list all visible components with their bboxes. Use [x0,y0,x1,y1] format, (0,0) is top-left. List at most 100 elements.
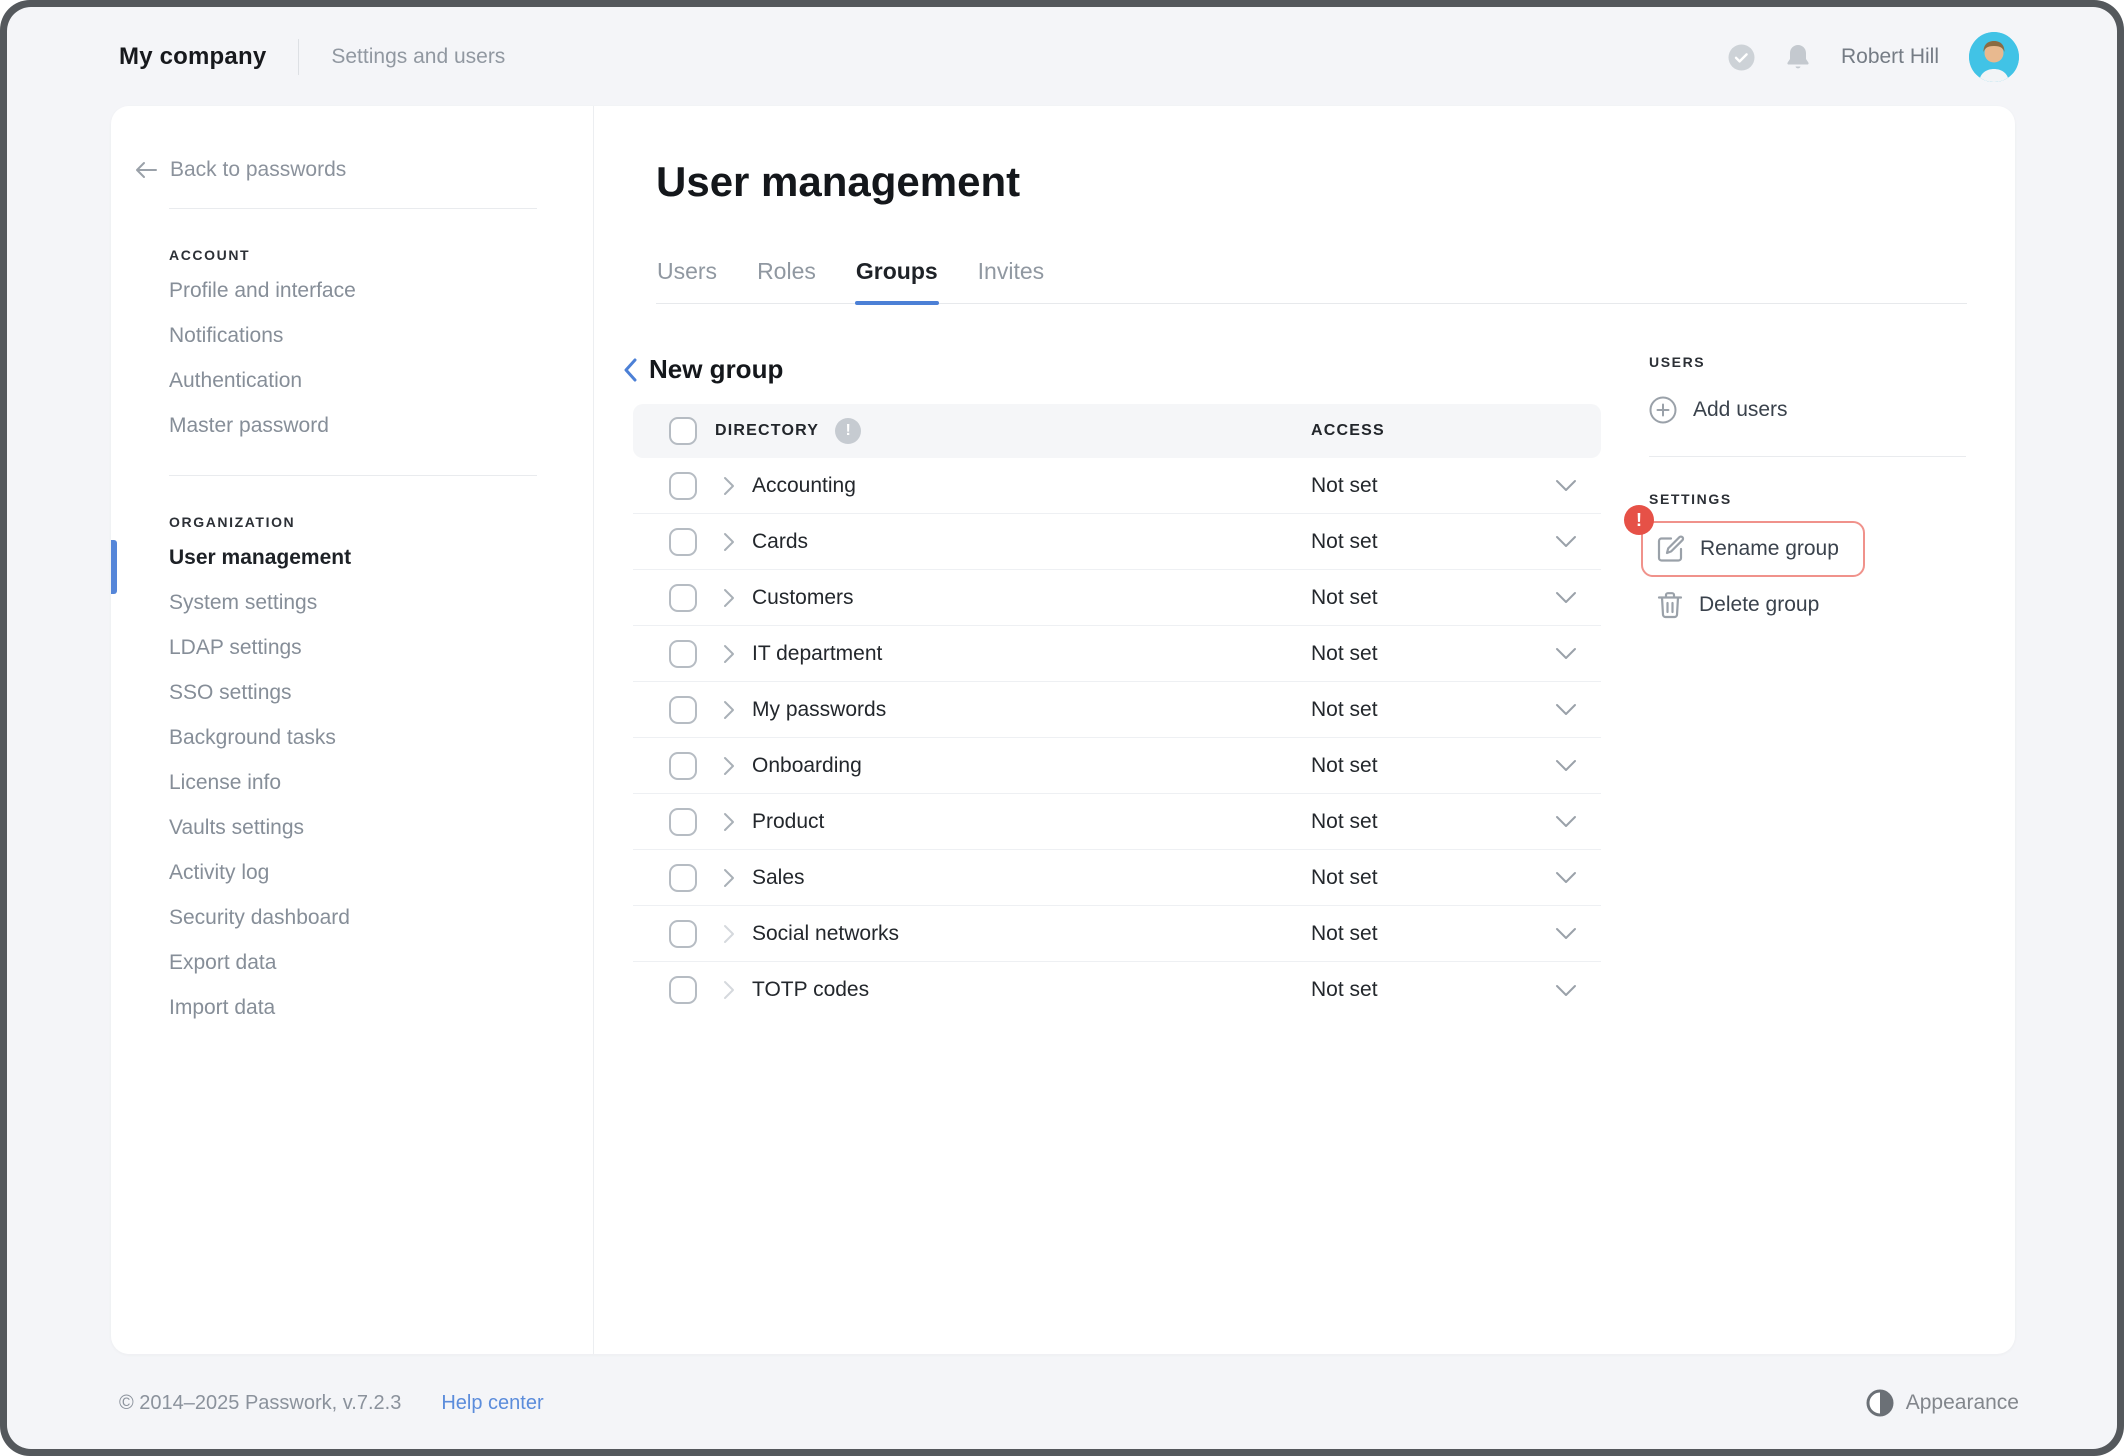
expand-chevron-icon[interactable] [723,532,735,552]
expand-chevron-icon[interactable] [723,868,735,888]
window-frame: My company Settings and users Robert Hil… [0,0,2124,1456]
table-row[interactable]: IT department Not set [633,626,1601,682]
row-checkbox[interactable] [669,471,697,500]
access-dropdown[interactable]: Not set [1311,586,1378,610]
tab-groups[interactable]: Groups [854,258,939,305]
access-dropdown[interactable]: Not set [1311,474,1378,498]
rename-group-button[interactable]: Rename group [1641,521,1865,577]
add-users-label: Add users [1693,398,1788,421]
access-dropdown[interactable]: Not set [1311,642,1378,666]
bell-icon [1785,43,1811,71]
table-row[interactable]: Sales Not set [633,850,1601,906]
chevron-down-icon [1555,927,1577,940]
expand-chevron-icon[interactable] [723,700,735,720]
access-dropdown[interactable]: Not set [1311,978,1378,1002]
sidebar-item-master-password[interactable]: Master password [111,404,593,449]
access-dropdown[interactable]: Not set [1311,922,1378,946]
tab-users[interactable]: Users [656,258,718,303]
table-row[interactable]: My passwords Not set [633,682,1601,738]
expand-chevron-icon[interactable] [723,924,735,944]
expand-chevron-icon[interactable] [723,588,735,608]
panel-divider [1649,456,1966,457]
row-checkbox[interactable] [669,527,697,556]
group-actions-panel: USERS Add users SETTINGS ! Rename group … [1624,354,1969,619]
tab-invites[interactable]: Invites [977,258,1045,303]
page-title: User management [656,158,1021,205]
access-dropdown[interactable]: Not set [1311,866,1378,890]
back-to-groups-button[interactable] [622,357,638,383]
sidebar-item-export-data[interactable]: Export data [111,941,593,986]
row-checkbox[interactable] [669,639,697,668]
back-label: Back to passwords [170,158,347,181]
sidebar-item-sso-settings[interactable]: SSO settings [111,671,593,716]
sidebar-item-security-dashboard[interactable]: Security dashboard [111,896,593,941]
add-users-button[interactable]: Add users [1649,396,1788,424]
chevron-down-icon [1555,871,1577,884]
row-checkbox[interactable] [669,863,697,892]
sidebar-item-notifications[interactable]: Notifications [111,314,593,359]
footer: © 2014–2025 Passwork, v.7.2.3 Help cente… [119,1383,2019,1423]
back-to-passwords-link[interactable]: Back to passwords [135,158,346,182]
access-dropdown[interactable]: Not set [1311,530,1378,554]
expand-chevron-icon[interactable] [723,980,735,1000]
section-title-organization: ORGANIZATION [169,514,296,530]
row-checkbox[interactable] [669,583,697,612]
tab-roles[interactable]: Roles [756,258,817,303]
chevron-down-icon [1555,479,1577,492]
sidebar-item-vaults-settings[interactable]: Vaults settings [111,806,593,851]
user-menu[interactable]: Robert Hill [1841,45,1939,69]
chevron-down-icon [1555,591,1577,604]
access-dropdown[interactable]: Not set [1311,754,1378,778]
expand-chevron-icon[interactable] [723,812,735,832]
table-row[interactable]: Customers Not set [633,570,1601,626]
sidebar-item-import-data[interactable]: Import data [111,986,593,1031]
table-row[interactable]: Onboarding Not set [633,738,1601,794]
table-row[interactable]: Social networks Not set [633,906,1601,962]
access-column-header: ACCESS [1311,422,1385,439]
table-row[interactable]: Cards Not set [633,514,1601,570]
sidebar-item-user-management[interactable]: User management [111,536,593,581]
rename-group-highlight: ! Rename group [1624,505,1969,577]
sidebar-item-profile-and-interface[interactable]: Profile and interface [111,269,593,314]
sidebar-item-background-tasks[interactable]: Background tasks [111,716,593,761]
avatar[interactable] [1969,32,2019,82]
help-center-link[interactable]: Help center [441,1392,543,1415]
table-row[interactable]: Accounting Not set [633,458,1601,514]
topbar-section-label: Settings and users [331,45,506,68]
sidebar-item-ldap-settings[interactable]: LDAP settings [111,626,593,671]
directory-name: Onboarding [752,753,862,777]
directory-name: IT department [752,641,883,665]
rename-group-label: Rename group [1700,537,1839,560]
appearance-label: Appearance [1905,1391,2019,1414]
expand-chevron-icon[interactable] [723,644,735,664]
sidebar-item-activity-log[interactable]: Activity log [111,851,593,896]
sidebar-item-system-settings[interactable]: System settings [111,581,593,626]
main-content: User management Users Roles Groups Invit… [624,106,2015,1354]
row-checkbox[interactable] [669,807,697,836]
table-row[interactable]: Product Not set [633,794,1601,850]
directory-name: TOTP codes [752,978,870,1001]
notifications-button[interactable] [1785,43,1811,71]
row-checkbox[interactable] [669,919,697,948]
section-title-account: ACCOUNT [169,247,251,263]
appearance-toggle[interactable]: Appearance [1866,1389,2019,1417]
chevron-down-icon [1555,703,1577,716]
expand-chevron-icon[interactable] [723,476,735,496]
company-name: My company [119,43,267,70]
active-item-indicator [111,540,117,594]
expand-chevron-icon[interactable] [723,756,735,776]
row-checkbox[interactable] [669,695,697,724]
sidebar-item-authentication[interactable]: Authentication [111,359,593,404]
arrow-left-icon [135,161,157,179]
info-icon[interactable]: ! [835,418,862,444]
row-checkbox[interactable] [669,751,697,780]
row-checkbox[interactable] [669,976,697,1004]
access-dropdown[interactable]: Not set [1311,810,1378,834]
topbar: My company Settings and users Robert Hil… [7,7,2117,107]
status-check-button[interactable] [1728,44,1755,71]
select-all-checkbox[interactable] [669,417,697,445]
sidebar-item-license-info[interactable]: License info [111,761,593,806]
delete-group-button[interactable]: Delete group [1657,591,1819,619]
table-row[interactable]: TOTP codes Not set [633,962,1601,1018]
access-dropdown[interactable]: Not set [1311,698,1378,722]
